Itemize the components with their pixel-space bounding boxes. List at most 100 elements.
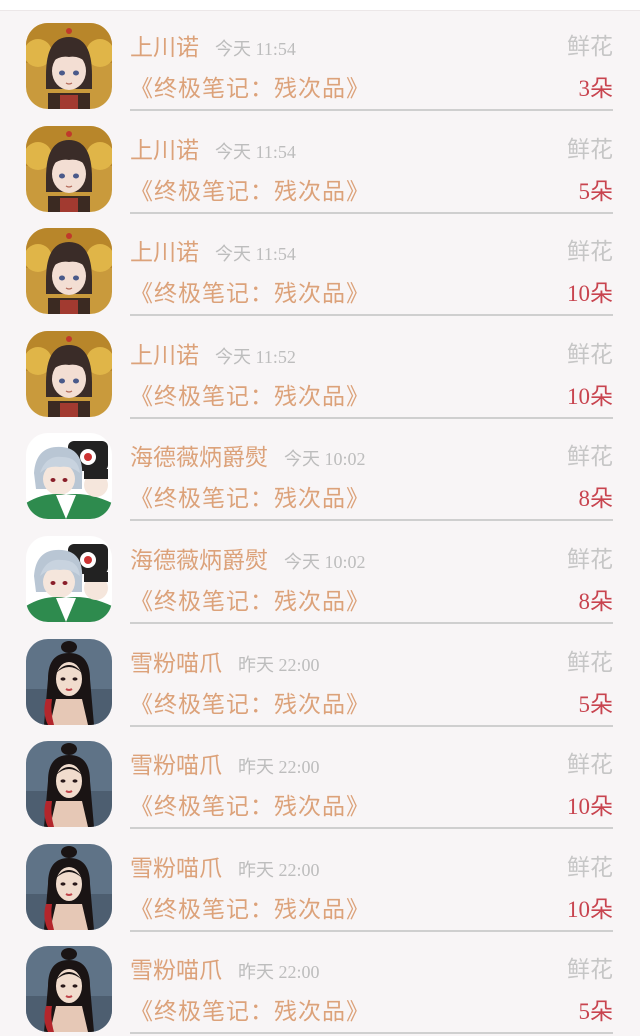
gift-count: 5朵 bbox=[579, 172, 614, 206]
avatar[interactable] bbox=[26, 228, 112, 315]
record-header: 上川诺 今天 11:54 bbox=[130, 131, 296, 165]
timestamp-day: 今天 bbox=[215, 39, 251, 60]
list-item[interactable]: 雪粉喵爪 昨天 22:00 鲜花 《终极笔记：残次品》 10朵 bbox=[0, 832, 640, 935]
gift-count-unit: 朵 bbox=[590, 281, 613, 308]
gift-count: 8朵 bbox=[579, 582, 614, 616]
top-strip bbox=[0, 0, 640, 11]
avatar[interactable] bbox=[26, 946, 112, 1033]
list-item[interactable]: 上川诺 今天 11:54 鲜花 《终极笔记：残次品》 3朵 bbox=[0, 11, 640, 114]
record-header: 雪粉喵爪 昨天 22:00 bbox=[130, 644, 320, 678]
timestamp: 今天 10:02 bbox=[284, 449, 366, 471]
user-name[interactable]: 上川诺 bbox=[130, 343, 199, 369]
user-name[interactable]: 上川诺 bbox=[130, 35, 199, 61]
timestamp-time: 11:54 bbox=[255, 141, 296, 162]
record-header: 海德薇炳爵熨 今天 10:02 bbox=[130, 438, 366, 472]
record-header: 雪粉喵爪 昨天 22:00 bbox=[130, 951, 320, 985]
gift-count-number: 10 bbox=[567, 281, 590, 307]
book-title[interactable]: 《终极笔记：残次品》 bbox=[130, 890, 370, 924]
record-header: 上川诺 今天 11:54 bbox=[130, 28, 296, 62]
timestamp: 今天 10:02 bbox=[284, 551, 366, 573]
book-title[interactable]: 《终极笔记：残次品》 bbox=[130, 172, 370, 206]
record-content: 上川诺 今天 11:52 鲜花 《终极笔记：残次品》 10朵 bbox=[130, 319, 613, 419]
book-title[interactable]: 《终极笔记：残次品》 bbox=[130, 992, 370, 1026]
list-item[interactable]: 上川诺 今天 11:54 鲜花 《终极笔记：残次品》 5朵 bbox=[0, 114, 640, 217]
gift-count: 10朵 bbox=[567, 787, 613, 821]
user-name[interactable]: 上川诺 bbox=[130, 240, 199, 266]
timestamp-time: 22:00 bbox=[278, 654, 320, 675]
book-title[interactable]: 《终极笔记：残次品》 bbox=[130, 787, 370, 821]
timestamp-day: 今天 bbox=[284, 449, 320, 471]
user-name[interactable]: 雪粉喵爪 bbox=[130, 856, 222, 882]
record-content: 雪粉喵爪 昨天 22:00 鲜花 《终极笔记：残次品》 5朵 bbox=[130, 934, 613, 1035]
timestamp-day: 昨天 bbox=[238, 962, 274, 984]
timestamp-time: 11:52 bbox=[255, 346, 296, 367]
book-title[interactable]: 《终极笔记：残次品》 bbox=[130, 274, 370, 308]
list-item[interactable]: 雪粉喵爪 昨天 22:00 鲜花 《终极笔记：残次品》 10朵 bbox=[0, 729, 640, 832]
book-title[interactable]: 《终极笔记：残次品》 bbox=[130, 685, 370, 719]
avatar[interactable] bbox=[26, 741, 112, 828]
avatar[interactable] bbox=[26, 535, 112, 622]
timestamp-time: 22:00 bbox=[278, 859, 320, 880]
timestamp-time: 22:00 bbox=[278, 962, 320, 983]
user-name[interactable]: 雪粉喵爪 bbox=[130, 958, 222, 984]
timestamp: 今天 11:54 bbox=[215, 39, 296, 60]
avatar[interactable] bbox=[26, 125, 112, 212]
book-title[interactable]: 《终极笔记：残次品》 bbox=[130, 479, 370, 513]
book-title[interactable]: 《终极笔记：残次品》 bbox=[130, 582, 370, 616]
list-item[interactable]: 雪粉喵爪 昨天 22:00 鲜花 《终极笔记：残次品》 5朵 bbox=[0, 934, 640, 1036]
gift-count-number: 5 bbox=[578, 178, 591, 204]
gift-type: 鲜花 bbox=[567, 341, 613, 368]
gift-count-number: 10 bbox=[567, 896, 590, 922]
gift-count: 10朵 bbox=[567, 274, 613, 308]
timestamp-day: 今天 bbox=[215, 141, 251, 163]
user-name[interactable]: 雪粉喵爪 bbox=[130, 651, 222, 677]
timestamp-time: 11:54 bbox=[255, 244, 296, 265]
timestamp: 今天 11:54 bbox=[215, 141, 296, 163]
user-name[interactable]: 海德薇炳爵熨 bbox=[130, 445, 268, 471]
user-name[interactable]: 海德薇炳爵熨 bbox=[130, 548, 268, 574]
timestamp-day: 昨天 bbox=[238, 654, 274, 676]
list-item[interactable]: 上川诺 今天 11:52 鲜花 《终极笔记：残次品》 10朵 bbox=[0, 319, 640, 422]
list-item[interactable]: 上川诺 今天 11:54 鲜花 《终极笔记：残次品》 10朵 bbox=[0, 216, 640, 319]
gift-count-unit: 朵 bbox=[590, 76, 613, 102]
timestamp: 今天 11:54 bbox=[215, 244, 296, 266]
timestamp-day: 今天 bbox=[284, 551, 320, 573]
timestamp-day: 今天 bbox=[215, 244, 251, 266]
avatar[interactable] bbox=[26, 638, 112, 725]
gift-record-list: 上川诺 今天 11:54 鲜花 《终极笔记：残次品》 3朵 上川诺 今天 11:54… bbox=[0, 11, 640, 1036]
gift-count: 5朵 bbox=[579, 685, 614, 719]
gift-type: 鲜花 bbox=[567, 546, 613, 573]
timestamp-day: 今天 bbox=[215, 346, 251, 368]
book-title[interactable]: 《终极笔记：残次品》 bbox=[130, 69, 370, 103]
book-title[interactable]: 《终极笔记：残次品》 bbox=[130, 377, 370, 411]
timestamp-time: 22:00 bbox=[278, 757, 320, 778]
record-content: 雪粉喵爪 昨天 22:00 鲜花 《终极笔记：残次品》 5朵 bbox=[130, 627, 613, 727]
gift-type: 鲜花 bbox=[567, 649, 613, 676]
gift-count-unit: 朵 bbox=[590, 588, 613, 615]
list-item[interactable]: 雪粉喵爪 昨天 22:00 鲜花 《终极笔记：残次品》 5朵 bbox=[0, 627, 640, 730]
list-item[interactable]: 海德薇炳爵熨 今天 10:02 鲜花 《终极笔记：残次品》 8朵 bbox=[0, 421, 640, 524]
user-name[interactable]: 上川诺 bbox=[130, 138, 199, 164]
record-content: 上川诺 今天 11:54 鲜花 《终极笔记：残次品》 5朵 bbox=[130, 114, 613, 214]
timestamp: 昨天 22:00 bbox=[238, 962, 320, 984]
gift-type: 鲜花 bbox=[567, 444, 613, 471]
avatar[interactable] bbox=[26, 843, 112, 930]
timestamp-time: 10:02 bbox=[324, 551, 366, 572]
gift-count-unit: 朵 bbox=[590, 794, 613, 821]
gift-count-number: 10 bbox=[567, 383, 590, 409]
record-content: 上川诺 今天 11:54 鲜花 《终极笔记：残次品》 3朵 bbox=[130, 11, 613, 111]
user-name[interactable]: 雪粉喵爪 bbox=[130, 753, 222, 779]
timestamp-day: 昨天 bbox=[238, 859, 274, 881]
gift-count: 8朵 bbox=[579, 479, 614, 513]
gift-count-number: 3 bbox=[578, 76, 591, 101]
record-header: 雪粉喵爪 昨天 22:00 bbox=[130, 849, 320, 883]
avatar[interactable] bbox=[26, 330, 112, 417]
gift-count-number: 8 bbox=[578, 588, 591, 614]
timestamp: 昨天 22:00 bbox=[238, 654, 320, 676]
gift-type: 鲜花 bbox=[567, 136, 613, 163]
record-header: 上川诺 今天 11:52 bbox=[130, 336, 296, 370]
avatar[interactable] bbox=[26, 23, 112, 109]
avatar[interactable] bbox=[26, 433, 112, 520]
gift-count-number: 8 bbox=[578, 486, 591, 512]
list-item[interactable]: 海德薇炳爵熨 今天 10:02 鲜花 《终极笔记：残次品》 8朵 bbox=[0, 524, 640, 627]
